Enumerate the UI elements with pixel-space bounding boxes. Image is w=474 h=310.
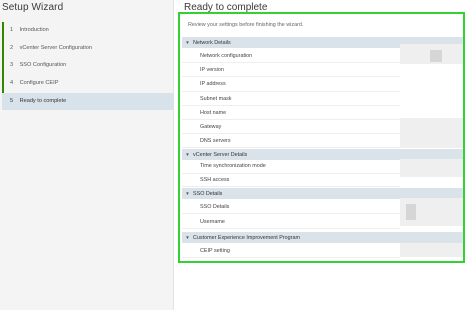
step-number: 3 bbox=[10, 62, 14, 69]
section-label: vCenter Server Details bbox=[193, 151, 248, 158]
wizard-title: Setup Wizard bbox=[2, 2, 64, 13]
chevron-down-icon: ▼ bbox=[185, 235, 190, 240]
step-label: SSO Configuration bbox=[19, 62, 67, 69]
row-ip-address: IP address bbox=[182, 77, 400, 92]
step-number: 1 bbox=[10, 27, 14, 33]
row-ceip-setting: CEIP setting bbox=[182, 244, 400, 259]
redacted-value bbox=[400, 159, 463, 177]
row-dns-servers: DNS servers bbox=[182, 134, 400, 149]
section-label: Network Details bbox=[193, 40, 231, 46]
row-gateway: Gateway bbox=[182, 120, 400, 135]
step-number: 2 bbox=[10, 44, 14, 51]
summary-panel: Review your settings before finishing th… bbox=[178, 12, 465, 263]
row-ssh-access: SSH access bbox=[182, 174, 400, 187]
chevron-down-icon: ▼ bbox=[185, 191, 190, 196]
section-label: SSO Details bbox=[193, 191, 223, 197]
redacted-value bbox=[430, 50, 442, 62]
redacted-value bbox=[400, 243, 463, 257]
row-ip-version: IP version bbox=[182, 63, 400, 78]
step-label: Configure CEIP bbox=[19, 80, 59, 87]
chevron-down-icon: ▼ bbox=[185, 40, 190, 45]
redacted-value bbox=[406, 204, 416, 220]
step-label: Ready to complete bbox=[19, 97, 67, 104]
section-ceip[interactable]: ▼ Customer Experience Improvement Program bbox=[182, 232, 463, 243]
chevron-down-icon: ▼ bbox=[185, 151, 190, 157]
step-ready-to-complete[interactable]: 5 Ready to complete bbox=[2, 92, 174, 111]
wizard-sidebar: Setup Wizard 1 Introduction 2 vCenter Se… bbox=[0, 0, 174, 310]
row-subnet-mask: Subnet mask bbox=[182, 92, 400, 106]
step-label: Introduction bbox=[19, 27, 49, 33]
step-configure-ceip[interactable]: 4 Configure CEIP bbox=[2, 75, 174, 93]
step-number: 4 bbox=[10, 80, 14, 87]
step-number: 5 bbox=[10, 97, 14, 104]
section-label: Customer Experience Improvement Program bbox=[193, 235, 300, 241]
step-sso-configuration[interactable]: 3 SSO Configuration bbox=[2, 57, 174, 75]
redacted-value bbox=[400, 118, 463, 148]
step-vcenter-server-configuration[interactable]: 2 vCenter Server Configuration bbox=[2, 39, 174, 58]
row-host-name: Host name bbox=[182, 106, 400, 120]
step-introduction[interactable]: 1 Introduction bbox=[2, 22, 174, 40]
row-username: Username bbox=[182, 215, 400, 229]
wizard-steps: 1 Introduction 2 vCenter Server Configur… bbox=[2, 22, 174, 111]
intro-text: Review your settings before finishing th… bbox=[188, 22, 304, 28]
step-label: vCenter Server Configuration bbox=[19, 44, 93, 51]
section-vcenter-server-details[interactable]: ▼ vCenter Server Details bbox=[182, 148, 463, 160]
row-time-synchronization-mode: Time synchronization mode bbox=[182, 160, 400, 174]
row-network-configuration: Network configuration bbox=[182, 49, 400, 64]
row-sso-details: SSO Details bbox=[182, 200, 400, 215]
